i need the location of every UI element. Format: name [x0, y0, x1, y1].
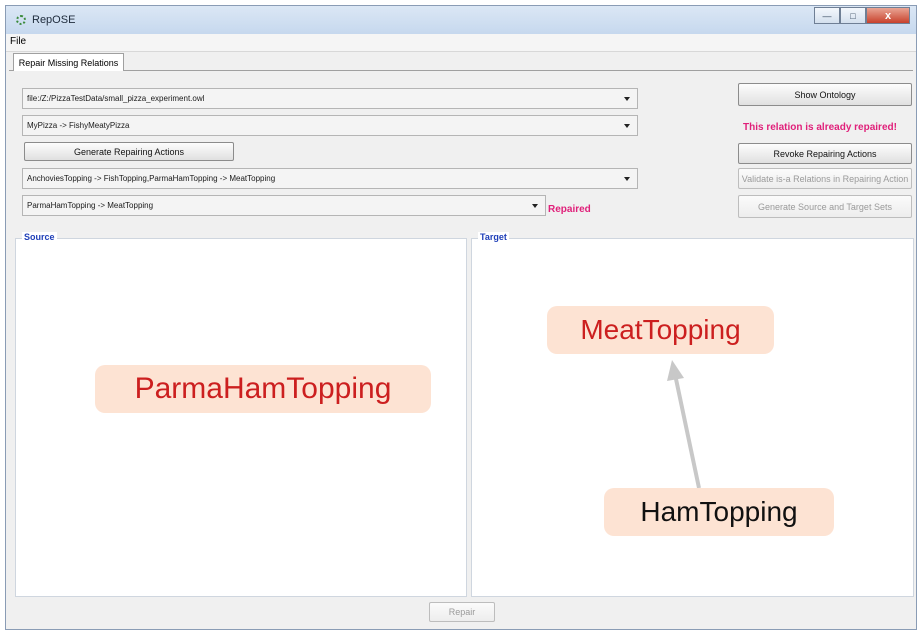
bottom-bar: Repair: [6, 599, 916, 629]
source-panel-title: Source: [22, 232, 57, 242]
menu-bar: File: [6, 34, 916, 52]
relation-value: MyPizza -> FishyMeatyPizza: [27, 121, 130, 130]
revoke-repairing-actions-button[interactable]: Revoke Repairing Actions: [738, 143, 912, 164]
generate-source-target-sets-button[interactable]: Generate Source and Target Sets: [738, 195, 912, 218]
close-icon[interactable]: x: [866, 7, 910, 24]
minimize-icon[interactable]: —: [814, 7, 840, 24]
target-node-ham-topping[interactable]: HamTopping: [604, 488, 834, 536]
app-icon: [16, 15, 26, 25]
isa-relation-combo[interactable]: ParmaHamTopping -> MeatTopping: [22, 195, 546, 216]
source-panel: Source ParmaHamTopping: [15, 232, 467, 597]
target-panel: Target MeatTopping HamTopping: [471, 232, 914, 597]
repairing-action-combo[interactable]: AnchoviesTopping -> FishTopping,ParmaHam…: [22, 168, 638, 189]
show-ontology-button[interactable]: Show Ontology: [738, 83, 912, 106]
source-node[interactable]: ParmaHamTopping: [95, 365, 431, 413]
relation-combo[interactable]: MyPizza -> FishyMeatyPizza: [22, 115, 638, 136]
repair-button[interactable]: Repair: [429, 602, 495, 622]
app-root: RepOSE — □ x File Repair Missing Relatio…: [0, 0, 917, 630]
target-node-meat-topping[interactable]: MeatTopping: [547, 306, 774, 354]
dropdown-arrow-icon: [624, 124, 630, 128]
ontology-file-value: file:/Z:/PizzaTestData/small_pizza_exper…: [27, 94, 205, 103]
generate-repairing-actions-button[interactable]: Generate Repairing Actions: [24, 142, 234, 161]
menu-file[interactable]: File: [10, 36, 26, 47]
window-title: RepOSE: [32, 14, 76, 26]
dropdown-arrow-icon: [532, 204, 538, 208]
validate-isa-relations-button[interactable]: Validate is-a Relations in Repairing Act…: [738, 168, 912, 189]
ontology-file-combo[interactable]: file:/Z:/PizzaTestData/small_pizza_exper…: [22, 88, 638, 109]
repaired-status: Repaired: [548, 204, 591, 215]
isa-edge-line: [674, 378, 701, 489]
repairing-action-value: AnchoviesTopping -> FishTopping,ParmaHam…: [27, 174, 276, 183]
arrowhead-icon: [667, 360, 684, 381]
tab-divider: [9, 70, 913, 71]
main-window: RepOSE — □ x File Repair Missing Relatio…: [5, 5, 917, 630]
isa-relation-value: ParmaHamTopping -> MeatTopping: [27, 201, 154, 210]
window-controls: — □ x: [814, 7, 910, 24]
tab-repair-missing-relations[interactable]: Repair Missing Relations: [13, 53, 124, 71]
dropdown-arrow-icon: [624, 97, 630, 101]
isa-edge: [667, 360, 701, 489]
maximize-icon[interactable]: □: [840, 7, 866, 24]
repaired-notice: This relation is already repaired!: [743, 122, 897, 133]
dropdown-arrow-icon: [624, 177, 630, 181]
title-bar[interactable]: RepOSE — □ x: [6, 6, 916, 34]
